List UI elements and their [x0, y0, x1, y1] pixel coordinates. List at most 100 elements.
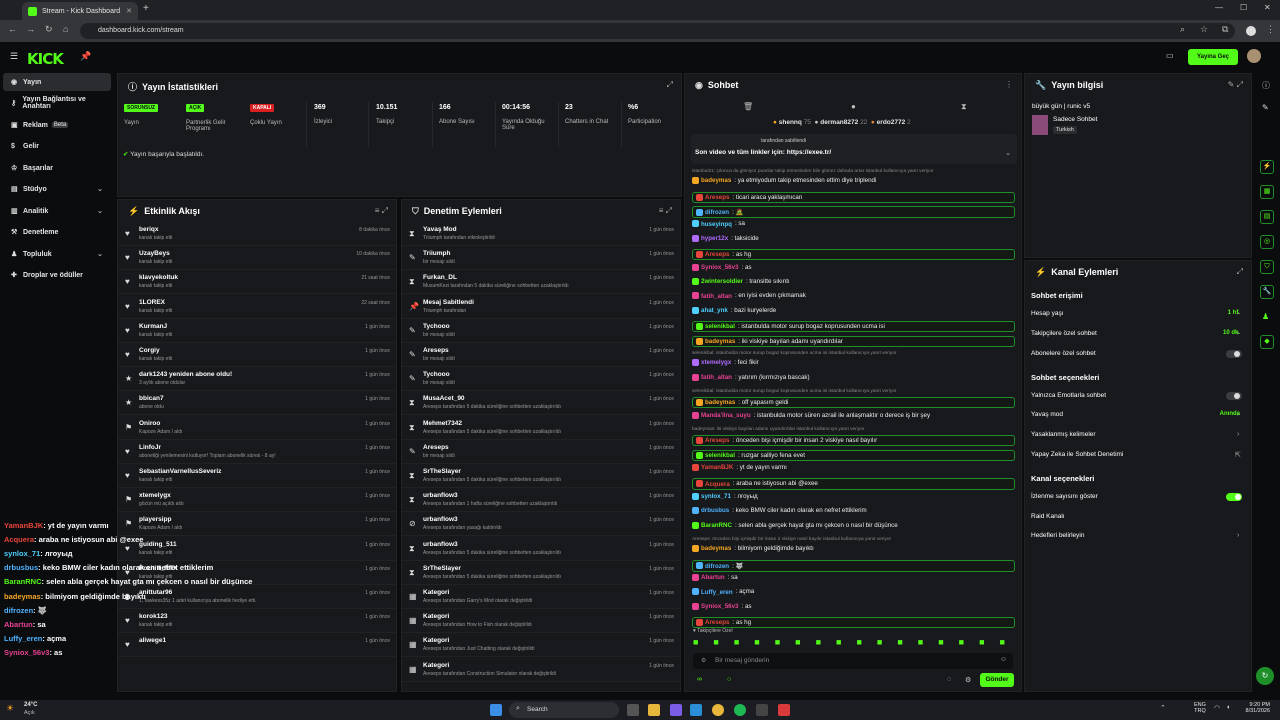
activity-row[interactable]: ♥ UzayBeys kanalı takip etti 10 dakika önce [118, 246, 396, 271]
weather-temp[interactable]: 24°C [24, 702, 37, 708]
windows-start-icon[interactable] [490, 704, 502, 716]
zoom-icon[interactable]: ⌕ [1180, 24, 1185, 35]
spotify-icon[interactable] [734, 704, 746, 716]
chat-message[interactable]: difrozen: 🧟 [692, 206, 1015, 218]
activity-row[interactable]: ⚑ playersipp Kapoze Adam I aldı 1 gün önce [118, 512, 396, 537]
sidebar-item-studio[interactable]: ▤ Stüdyo ⌄ [3, 180, 111, 198]
kick-logo[interactable]: KICK [27, 50, 64, 68]
chat-message[interactable]: Areseps: as hg [692, 617, 1015, 629]
speech-icon[interactable]: ● [851, 102, 856, 111]
chat-username[interactable]: drbusbus [701, 507, 729, 514]
chat-message[interactable]: selenikbal: ruzgar salliyo fena evet [692, 449, 1015, 461]
chat-username[interactable]: difrozen [705, 563, 729, 570]
chat-message[interactable]: difrozen: 🐺 [692, 559, 1015, 572]
set-goals-label[interactable]: Hedefleri belirleyin [1031, 532, 1084, 539]
chat-message[interactable]: selenikbal: istanbulda motor surup bogaz… [692, 321, 1015, 333]
bookmark-star-icon[interactable]: ☆ [1200, 24, 1208, 35]
chat-bubble-icon[interactable]: ◌ [947, 676, 951, 683]
browser-tab[interactable]: Stream - Kick Dashboard ✕ [22, 2, 138, 20]
volume-icon[interactable]: ◖ [1226, 704, 1230, 711]
chat-message[interactable]: Luffy_eren: açma [692, 588, 754, 596]
profile-avatar[interactable] [1246, 26, 1256, 36]
activity-row[interactable]: ♥ SebastianVarnellusSeveriz kanalı takip e… [118, 464, 396, 488]
chat-message[interactable]: badeymas: ya etmiyodum takip etmesinden … [692, 177, 876, 184]
home-icon[interactable]: ⌂ [63, 24, 68, 34]
language-indicator[interactable]: ENG TRQ [1194, 702, 1206, 714]
activity-row[interactable]: ♥ aliwege1 1 gün önce [118, 633, 396, 658]
chevron-right-icon[interactable]: › [1237, 431, 1239, 438]
activity-row[interactable]: ♥ 1LOREX kanalı takip etti 22 saat önce [118, 295, 396, 319]
activity-row[interactable]: ★ bbican7 abone oldu 1 gün önce [118, 391, 396, 416]
chat-input[interactable]: ⚙ Bir mesaj gönderin ☺ [693, 653, 1013, 669]
moderation-row[interactable]: ⧗ SrTheSlayer Areseps tarafından 5 dakika … [402, 561, 680, 585]
moderation-row[interactable]: ⧗ urbanflow3 Areseps tarafından 5 dakika s… [402, 537, 680, 561]
sidebar-item-analytics[interactable]: ▥ Analitik ⌄ [3, 202, 111, 220]
pin-icon[interactable]: 📌 [80, 51, 91, 62]
chat-username[interactable]: badeymas [705, 338, 735, 345]
chat-username[interactable]: synlox_71 [701, 493, 731, 500]
activity-row[interactable]: ♥ KurmanJ kanalı takip etti 1 gün önce [118, 319, 396, 343]
sidebar-item-ads[interactable]: ▣ Reklam Beta [3, 116, 111, 134]
discord-icon[interactable] [670, 704, 682, 716]
chat-username[interactable]: Areseps [705, 619, 729, 626]
moderation-row[interactable]: ⧗ MusaAcet_90 Areseps tarafından 5 dakika … [402, 391, 680, 416]
chevron-right-icon[interactable]: › [1237, 310, 1239, 317]
moderation-row[interactable]: ▦ Kategori Areseps tarafından Garry's Mod … [402, 585, 680, 609]
activity-row[interactable]: ▮ anittutar96 1, fawkess35z 1 adet kullanı… [118, 585, 396, 609]
send-button[interactable]: Gönder [980, 673, 1014, 687]
external-link-icon[interactable]: ⇱ [1235, 451, 1241, 459]
chevron-right-icon[interactable]: › [1237, 330, 1239, 337]
chrome-icon[interactable] [712, 704, 724, 716]
moderation-row[interactable]: 📌 Mesaj Sabitlendi Triiumph tarafından 1 gü… [402, 295, 680, 319]
chat-message[interactable]: fatih_altan: yatırım (kırmızıya bascak) [692, 373, 810, 381]
moderation-row[interactable]: ▦ Kategori Areseps tarafından Just Chattin… [402, 633, 680, 658]
chat-username[interactable]: hyper12x [701, 235, 728, 242]
chevron-right-icon[interactable]: › [1237, 532, 1239, 539]
back-icon[interactable]: ← [8, 24, 17, 34]
chat-username[interactable]: Syniox_56v3 [701, 264, 739, 271]
forward-icon[interactable]: → [26, 24, 35, 34]
rail-target-icon[interactable]: ◎ [1260, 235, 1274, 249]
moderation-row[interactable]: ▦ Kategori Areseps tarafından Construction… [402, 658, 680, 682]
address-bar[interactable]: dashboard.kick.com/stream [80, 23, 1235, 39]
sidebar-item-community[interactable]: ♟ Topluluk ⌄ [3, 245, 111, 263]
chat-username[interactable]: ahat_ynk [701, 307, 728, 314]
chat-username[interactable]: selenikbal [705, 452, 735, 459]
rail-wrench-icon[interactable]: 🔧 [1260, 285, 1274, 299]
chat-username[interactable]: Luffy_eren [701, 589, 733, 596]
chat-username[interactable]: selenikbal [705, 323, 735, 330]
chat-message[interactable]: Acquera: araba ne istiyosun abi @exee [692, 478, 1015, 490]
chat-username[interactable]: fatih_altan [701, 374, 732, 381]
sidebar-item-drops[interactable]: ✚ Droplar ve ödüller [3, 266, 111, 284]
extensions-icon[interactable]: ⧉ [1222, 24, 1228, 35]
activity-row[interactable]: ♥ LinfoJr aboneliği yenilemesini kutluyor!… [118, 440, 396, 464]
activity-row[interactable]: ⚑ xtemelygx gözün mü açıldı aldı 1 gün önce [118, 488, 396, 513]
chat-username[interactable]: Syniox_56v3 [701, 603, 739, 610]
chat-username[interactable]: huseyinpq [701, 221, 732, 228]
activity-row[interactable]: ♥ klavyekoltuk kanalı takip etti 21 saat ön… [118, 270, 396, 295]
points-icon[interactable]: ∞ [697, 676, 702, 683]
ai-moderation-label[interactable]: Yapay Zeka ile Sohbet Denetimi [1031, 451, 1123, 458]
activity-row[interactable]: ♥ korok123 kanalı takip etti 1 gün önce [118, 609, 396, 634]
pinned-message[interactable]: tarafından sabitlendi Son video ve tüm l… [691, 134, 1017, 164]
chat-message[interactable]: badeymas: off yapasım geldi [692, 397, 1015, 409]
trash-icon[interactable]: 🗑 [743, 102, 753, 111]
sidebar-item-revenue[interactable]: $ Gelir [3, 137, 111, 155]
screen-icon[interactable]: ▭ [1166, 51, 1174, 60]
help-fab[interactable]: ↻ [1256, 667, 1274, 685]
filter-icon[interactable]: ≡ ⤢ [375, 206, 388, 216]
chat-message[interactable]: BaranRNC: selen abla gerçek hayat gta mı… [692, 521, 898, 529]
chat-message[interactable]: xtemelygx: feci fikir [692, 359, 759, 366]
close-tab-icon[interactable]: ✕ [126, 7, 132, 15]
sidebar-item-moderation[interactable]: ⚒ Denetleme [3, 223, 111, 241]
chat-message[interactable]: fatih_altan: en iyisi evden çıkmamak [692, 292, 806, 300]
sidebar-item-yayin[interactable]: ◉ Yayın [3, 73, 111, 91]
chat-message[interactable]: Syniox_56v3: as [692, 602, 752, 610]
rail-shield-icon[interactable]: ⛉ [1260, 260, 1274, 274]
moderation-row[interactable]: ▦ Kategori Areseps tarafından How to Fish … [402, 609, 680, 634]
close-window-icon[interactable]: ✕ [1264, 3, 1271, 12]
chat-message[interactable]: drbusbus: keko BMW ciler kadın olarak en… [692, 507, 867, 514]
maximize-icon[interactable]: ☐ [1240, 3, 1247, 12]
hourglass-icon[interactable]: ⧗ [961, 102, 967, 112]
chevron-right-icon[interactable]: › [1237, 411, 1239, 418]
